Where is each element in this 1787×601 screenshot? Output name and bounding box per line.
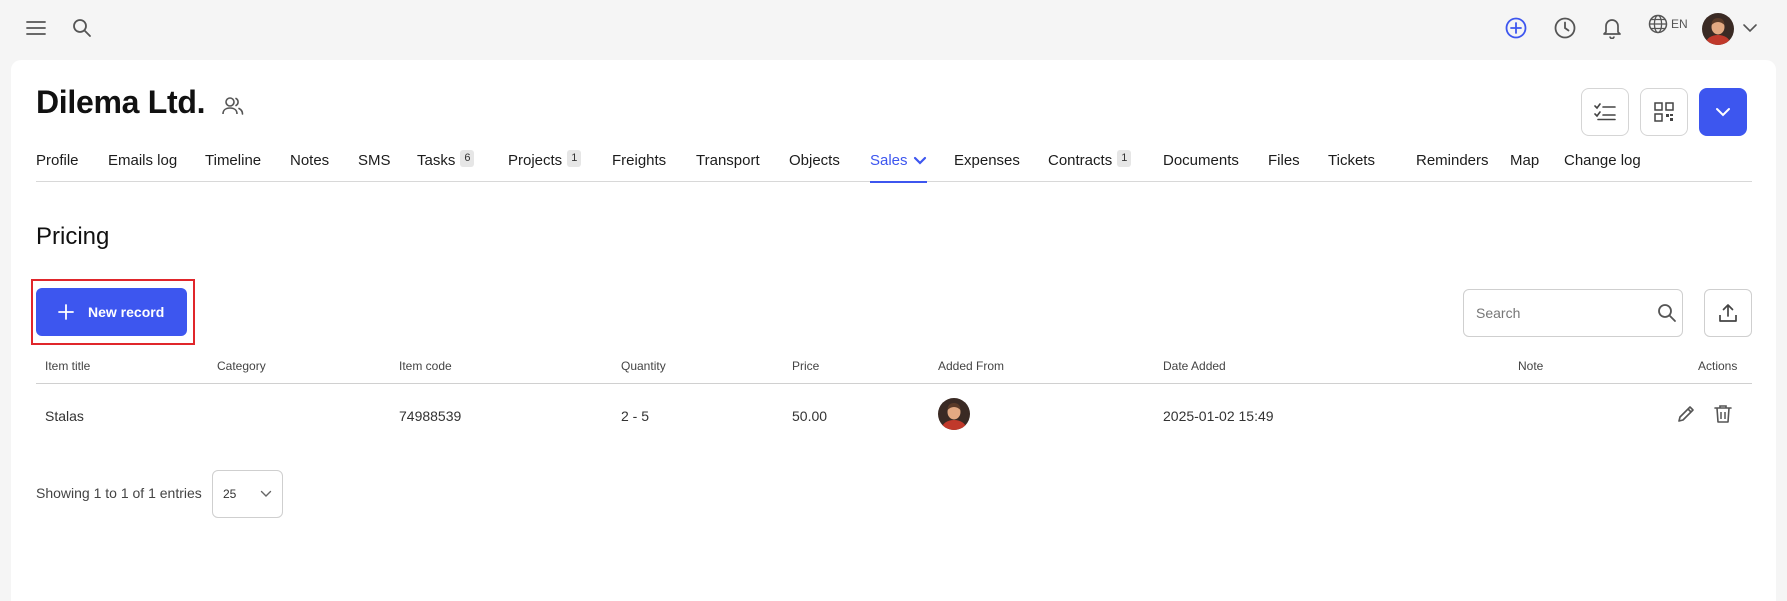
search-input[interactable]: [1476, 305, 1657, 321]
people-icon[interactable]: [221, 96, 245, 116]
more-actions-button[interactable]: [1699, 88, 1747, 136]
new-record-button[interactable]: New record: [36, 288, 187, 336]
cell-date-added: 2025-01-02 15:49: [1163, 408, 1274, 424]
tab-expenses[interactable]: Expenses: [954, 152, 1020, 182]
search-icon[interactable]: [1657, 303, 1677, 323]
history-clock-icon[interactable]: [1551, 14, 1579, 42]
page-title: Dilema Ltd.: [36, 84, 206, 120]
projects-count-badge: 1: [567, 150, 582, 167]
tab-files[interactable]: Files: [1268, 152, 1300, 182]
added-from-avatar[interactable]: [938, 398, 970, 430]
tab-notes[interactable]: Notes: [290, 152, 329, 182]
user-avatar[interactable]: [1702, 13, 1734, 45]
tab-transport[interactable]: Transport: [696, 152, 760, 182]
contracts-count-badge: 1: [1117, 150, 1132, 167]
section-title: Pricing: [36, 223, 110, 250]
globe-icon: [1648, 14, 1668, 34]
column-header-actions: Actions: [1698, 359, 1738, 373]
cell-price: 50.00: [792, 408, 828, 424]
column-header-item-title[interactable]: Item title: [45, 359, 90, 373]
plus-icon: [58, 304, 74, 320]
column-header-note[interactable]: Note: [1518, 359, 1543, 373]
chevron-down-icon: [260, 490, 272, 498]
tab-documents[interactable]: Documents: [1163, 152, 1239, 182]
table-header-divider: [36, 383, 1752, 384]
tab-freights[interactable]: Freights: [612, 152, 666, 182]
tasks-count-badge: 6: [460, 150, 475, 167]
column-header-item-code[interactable]: Item code: [399, 359, 452, 373]
tab-timeline[interactable]: Timeline: [205, 152, 261, 182]
tab-contracts[interactable]: Contracts 1: [1048, 150, 1132, 182]
tab-projects[interactable]: Projects 1: [508, 150, 582, 182]
tab-tickets[interactable]: Tickets: [1328, 152, 1375, 182]
checklist-button[interactable]: [1581, 88, 1629, 136]
search-icon[interactable]: [68, 14, 96, 42]
column-header-category[interactable]: Category: [217, 359, 266, 373]
tab-change-log[interactable]: Change log: [1564, 152, 1641, 182]
main-card: Dilema Ltd. Profile Emails log Timeline …: [11, 60, 1776, 601]
chevron-down-icon: [913, 156, 927, 165]
bell-icon[interactable]: [1598, 14, 1626, 42]
column-header-date-added[interactable]: Date Added: [1163, 359, 1226, 373]
tab-objects[interactable]: Objects: [789, 152, 840, 182]
column-header-added-from[interactable]: Added From: [938, 359, 1004, 373]
column-header-quantity[interactable]: Quantity: [621, 359, 666, 373]
qr-code-icon: [1654, 102, 1674, 122]
page-size-select[interactable]: 25: [212, 470, 283, 518]
search-box: [1463, 289, 1683, 337]
delete-icon[interactable]: [1711, 402, 1735, 426]
cell-item-code: 74988539: [399, 408, 462, 424]
tab-emails-log[interactable]: Emails log: [108, 152, 177, 182]
tab-profile[interactable]: Profile: [36, 152, 79, 182]
tab-map[interactable]: Map: [1510, 152, 1539, 182]
tab-tasks[interactable]: Tasks 6: [417, 150, 475, 182]
tab-sales[interactable]: Sales: [870, 152, 927, 183]
column-header-price[interactable]: Price: [792, 359, 819, 373]
add-circle-icon[interactable]: [1502, 14, 1530, 42]
qr-code-button[interactable]: [1640, 88, 1688, 136]
language-selector[interactable]: EN: [1648, 14, 1688, 34]
tab-sms[interactable]: SMS: [358, 152, 391, 182]
menu-icon[interactable]: [22, 14, 50, 42]
tab-reminders[interactable]: Reminders: [1416, 152, 1489, 182]
entries-info: Showing 1 to 1 of 1 entries: [36, 485, 202, 501]
chevron-down-icon[interactable]: [1736, 14, 1764, 42]
edit-icon[interactable]: [1674, 402, 1698, 426]
cell-item-title: Stalas: [45, 408, 84, 424]
tab-bar: Profile Emails log Timeline Notes SMS Ta…: [36, 150, 1752, 183]
cell-quantity: 2 - 5: [621, 408, 650, 424]
language-code: EN: [1671, 17, 1688, 31]
checklist-icon: [1594, 103, 1616, 121]
top-bar: EN: [0, 0, 1787, 58]
new-record-label: New record: [88, 304, 165, 320]
chevron-down-icon: [1715, 107, 1731, 117]
upload-icon: [1718, 303, 1738, 323]
page-size-value: 25: [223, 487, 237, 501]
export-button[interactable]: [1704, 289, 1752, 337]
